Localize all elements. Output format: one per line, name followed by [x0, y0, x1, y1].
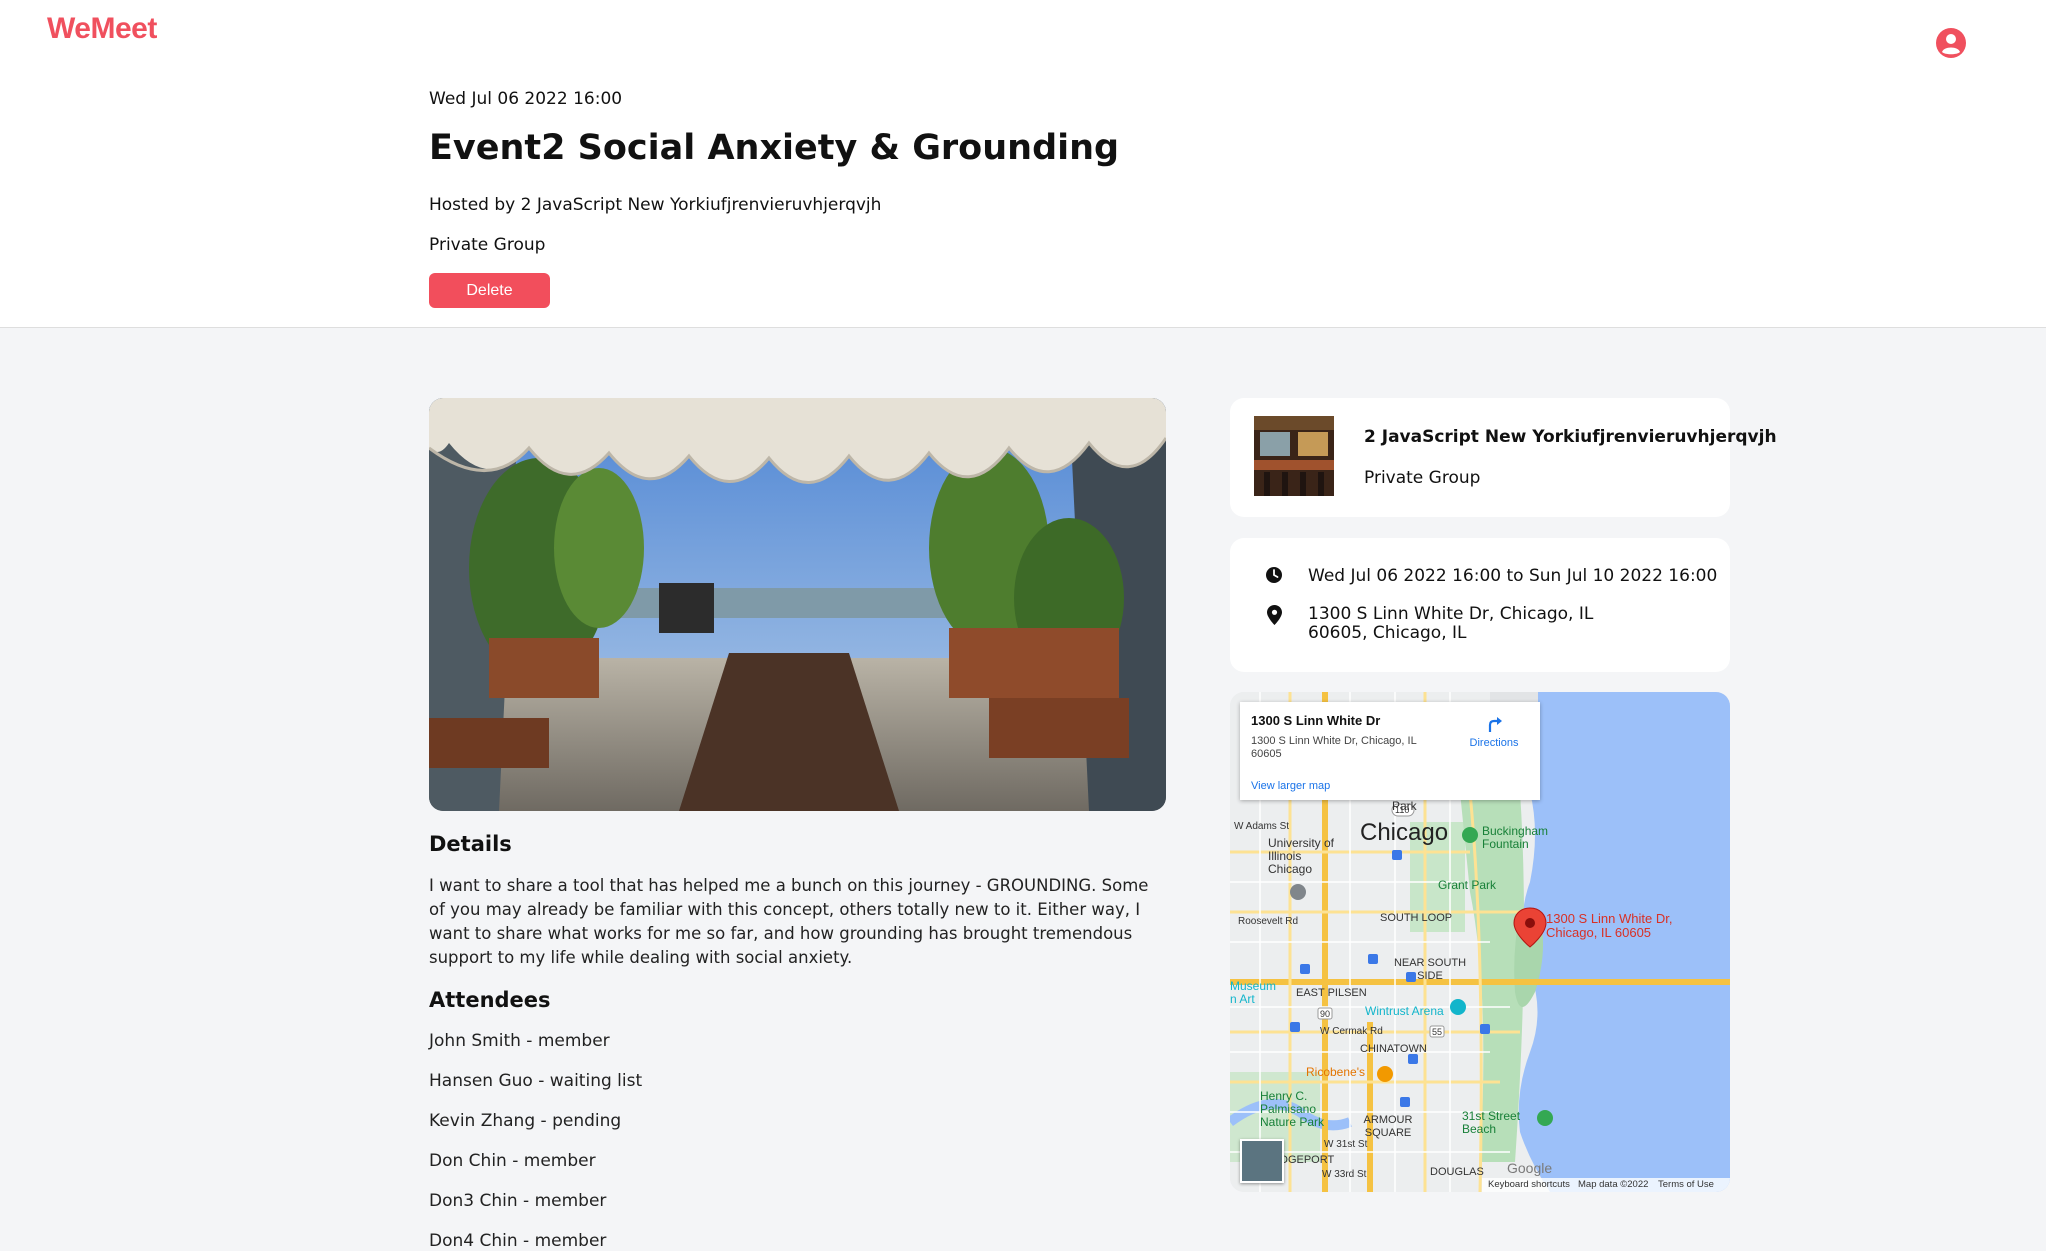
- event-info-card: Wed Jul 06 2022 16:00 to Sun Jul 10 2022…: [1230, 538, 1730, 672]
- attendee-item: Kevin Zhang - pending: [429, 1111, 622, 1131]
- group-card[interactable]: 2 JavaScript New Yorkiufjrenvieruvhjerqv…: [1230, 398, 1777, 517]
- details-heading: Details: [429, 832, 512, 856]
- map-label: University of Illinois Chicago: [1268, 836, 1335, 876]
- map-label: W 31st St: [1324, 1139, 1368, 1150]
- map-label: Buckingham Fountain: [1482, 824, 1549, 851]
- map-city-label: Chicago: [1360, 819, 1449, 846]
- directions-button[interactable]: Directions: [1462, 714, 1526, 749]
- map-label: SOUTH LOOP: [1380, 912, 1453, 924]
- route-shield: 55: [1432, 1027, 1443, 1037]
- group-thumbnail: [1254, 416, 1334, 496]
- map-label: ARMOUR SQUARE: [1363, 1114, 1413, 1139]
- attendee-item: John Smith - member: [429, 1031, 610, 1051]
- place-title: 1300 S Linn White Dr: [1251, 713, 1381, 728]
- directions-icon: [1488, 717, 1502, 732]
- attendee-item: Don4 Chin - member: [429, 1231, 607, 1251]
- hosted-by: Hosted by 2 JavaScript New Yorkiufjrenvi…: [429, 195, 882, 215]
- map-label: Roosevelt Rd: [1238, 916, 1299, 927]
- group-name: 2 JavaScript New Yorkiufjrenvieruvhjerqv…: [1364, 427, 1777, 447]
- event-date: Wed Jul 06 2022 16:00: [429, 89, 623, 109]
- attendees-heading: Attendees: [429, 988, 551, 1012]
- attendee-item: Don Chin - member: [429, 1151, 596, 1171]
- map-label: NEAR SOUTH SIDE: [1393, 957, 1467, 982]
- group-privacy: Private Group: [1364, 468, 1481, 488]
- delete-button[interactable]: Delete: [429, 273, 550, 308]
- event-location: 1300 S Linn White Dr, Chicago, IL 60605,…: [1308, 604, 1594, 643]
- keyboard-shortcuts-link[interactable]: Keyboard shortcuts: [1488, 1179, 1570, 1190]
- clock-icon: [1266, 567, 1282, 583]
- location-pin-icon: [1267, 605, 1282, 625]
- group-privacy: Private Group: [429, 235, 546, 255]
- map-label: Museum n Art: [1230, 979, 1277, 1006]
- map-marker-label: 1300 S Linn White Dr, Chicago, IL 60605: [1546, 911, 1673, 940]
- map-label: Grant Park: [1438, 878, 1497, 892]
- details-text: I want to share a tool that has helped m…: [429, 876, 1149, 967]
- map-label: Wintrust Arena: [1365, 1004, 1444, 1018]
- event-time-range: Wed Jul 06 2022 16:00 to Sun Jul 10 2022…: [1308, 566, 1718, 586]
- map-label: 31st Street Beach: [1462, 1109, 1521, 1136]
- place-address: 1300 S Linn White Dr, Chicago, IL 60605: [1251, 735, 1417, 760]
- map-label: W Cermak Rd: [1320, 1026, 1383, 1037]
- directions-label: Directions: [1469, 737, 1519, 749]
- map-label: W 33rd St: [1322, 1169, 1367, 1180]
- attendee-item: Don3 Chin - member: [429, 1191, 607, 1211]
- route-shield: 110: [1395, 805, 1410, 815]
- wemeet-logo[interactable]: WeMeet: [47, 12, 157, 46]
- map-label: DOUGLAS: [1430, 1166, 1484, 1178]
- map-label: W Adams St: [1234, 821, 1290, 832]
- map-satellite-toggle[interactable]: [1240, 1139, 1284, 1183]
- attendee-item: Hansen Guo - waiting list: [429, 1071, 643, 1091]
- map-label: EAST PILSEN: [1296, 987, 1367, 999]
- event-header: WeMeet Wed Jul 06 2022 16:00 Event2 Soci…: [0, 0, 2046, 328]
- google-logo: Google: [1507, 1160, 1553, 1176]
- map-data-label: Map data ©2022: [1578, 1179, 1649, 1190]
- user-account-icon[interactable]: [1936, 28, 1966, 58]
- map-label: CHINATOWN: [1360, 1043, 1427, 1055]
- map-label: Ricobene's: [1306, 1065, 1365, 1079]
- map-label: DGEPORT: [1280, 1154, 1335, 1166]
- location-map[interactable]: Chicago Park W Adams St University of Il…: [1230, 692, 1730, 1192]
- event-image: [429, 398, 1166, 811]
- map-footer: Keyboard shortcuts Map data ©2022 Terms …: [1482, 1178, 1730, 1192]
- route-shield: 90: [1320, 1009, 1331, 1019]
- view-larger-map-link[interactable]: View larger map: [1251, 780, 1330, 792]
- page-title: Event2 Social Anxiety & Grounding: [429, 128, 1120, 168]
- map-place-card: 1300 S Linn White Dr 1300 S Linn White D…: [1240, 702, 1540, 800]
- map-label: Henry C. Palmisano Nature Park: [1260, 1089, 1325, 1129]
- terms-of-use-link[interactable]: Terms of Use: [1658, 1179, 1714, 1190]
